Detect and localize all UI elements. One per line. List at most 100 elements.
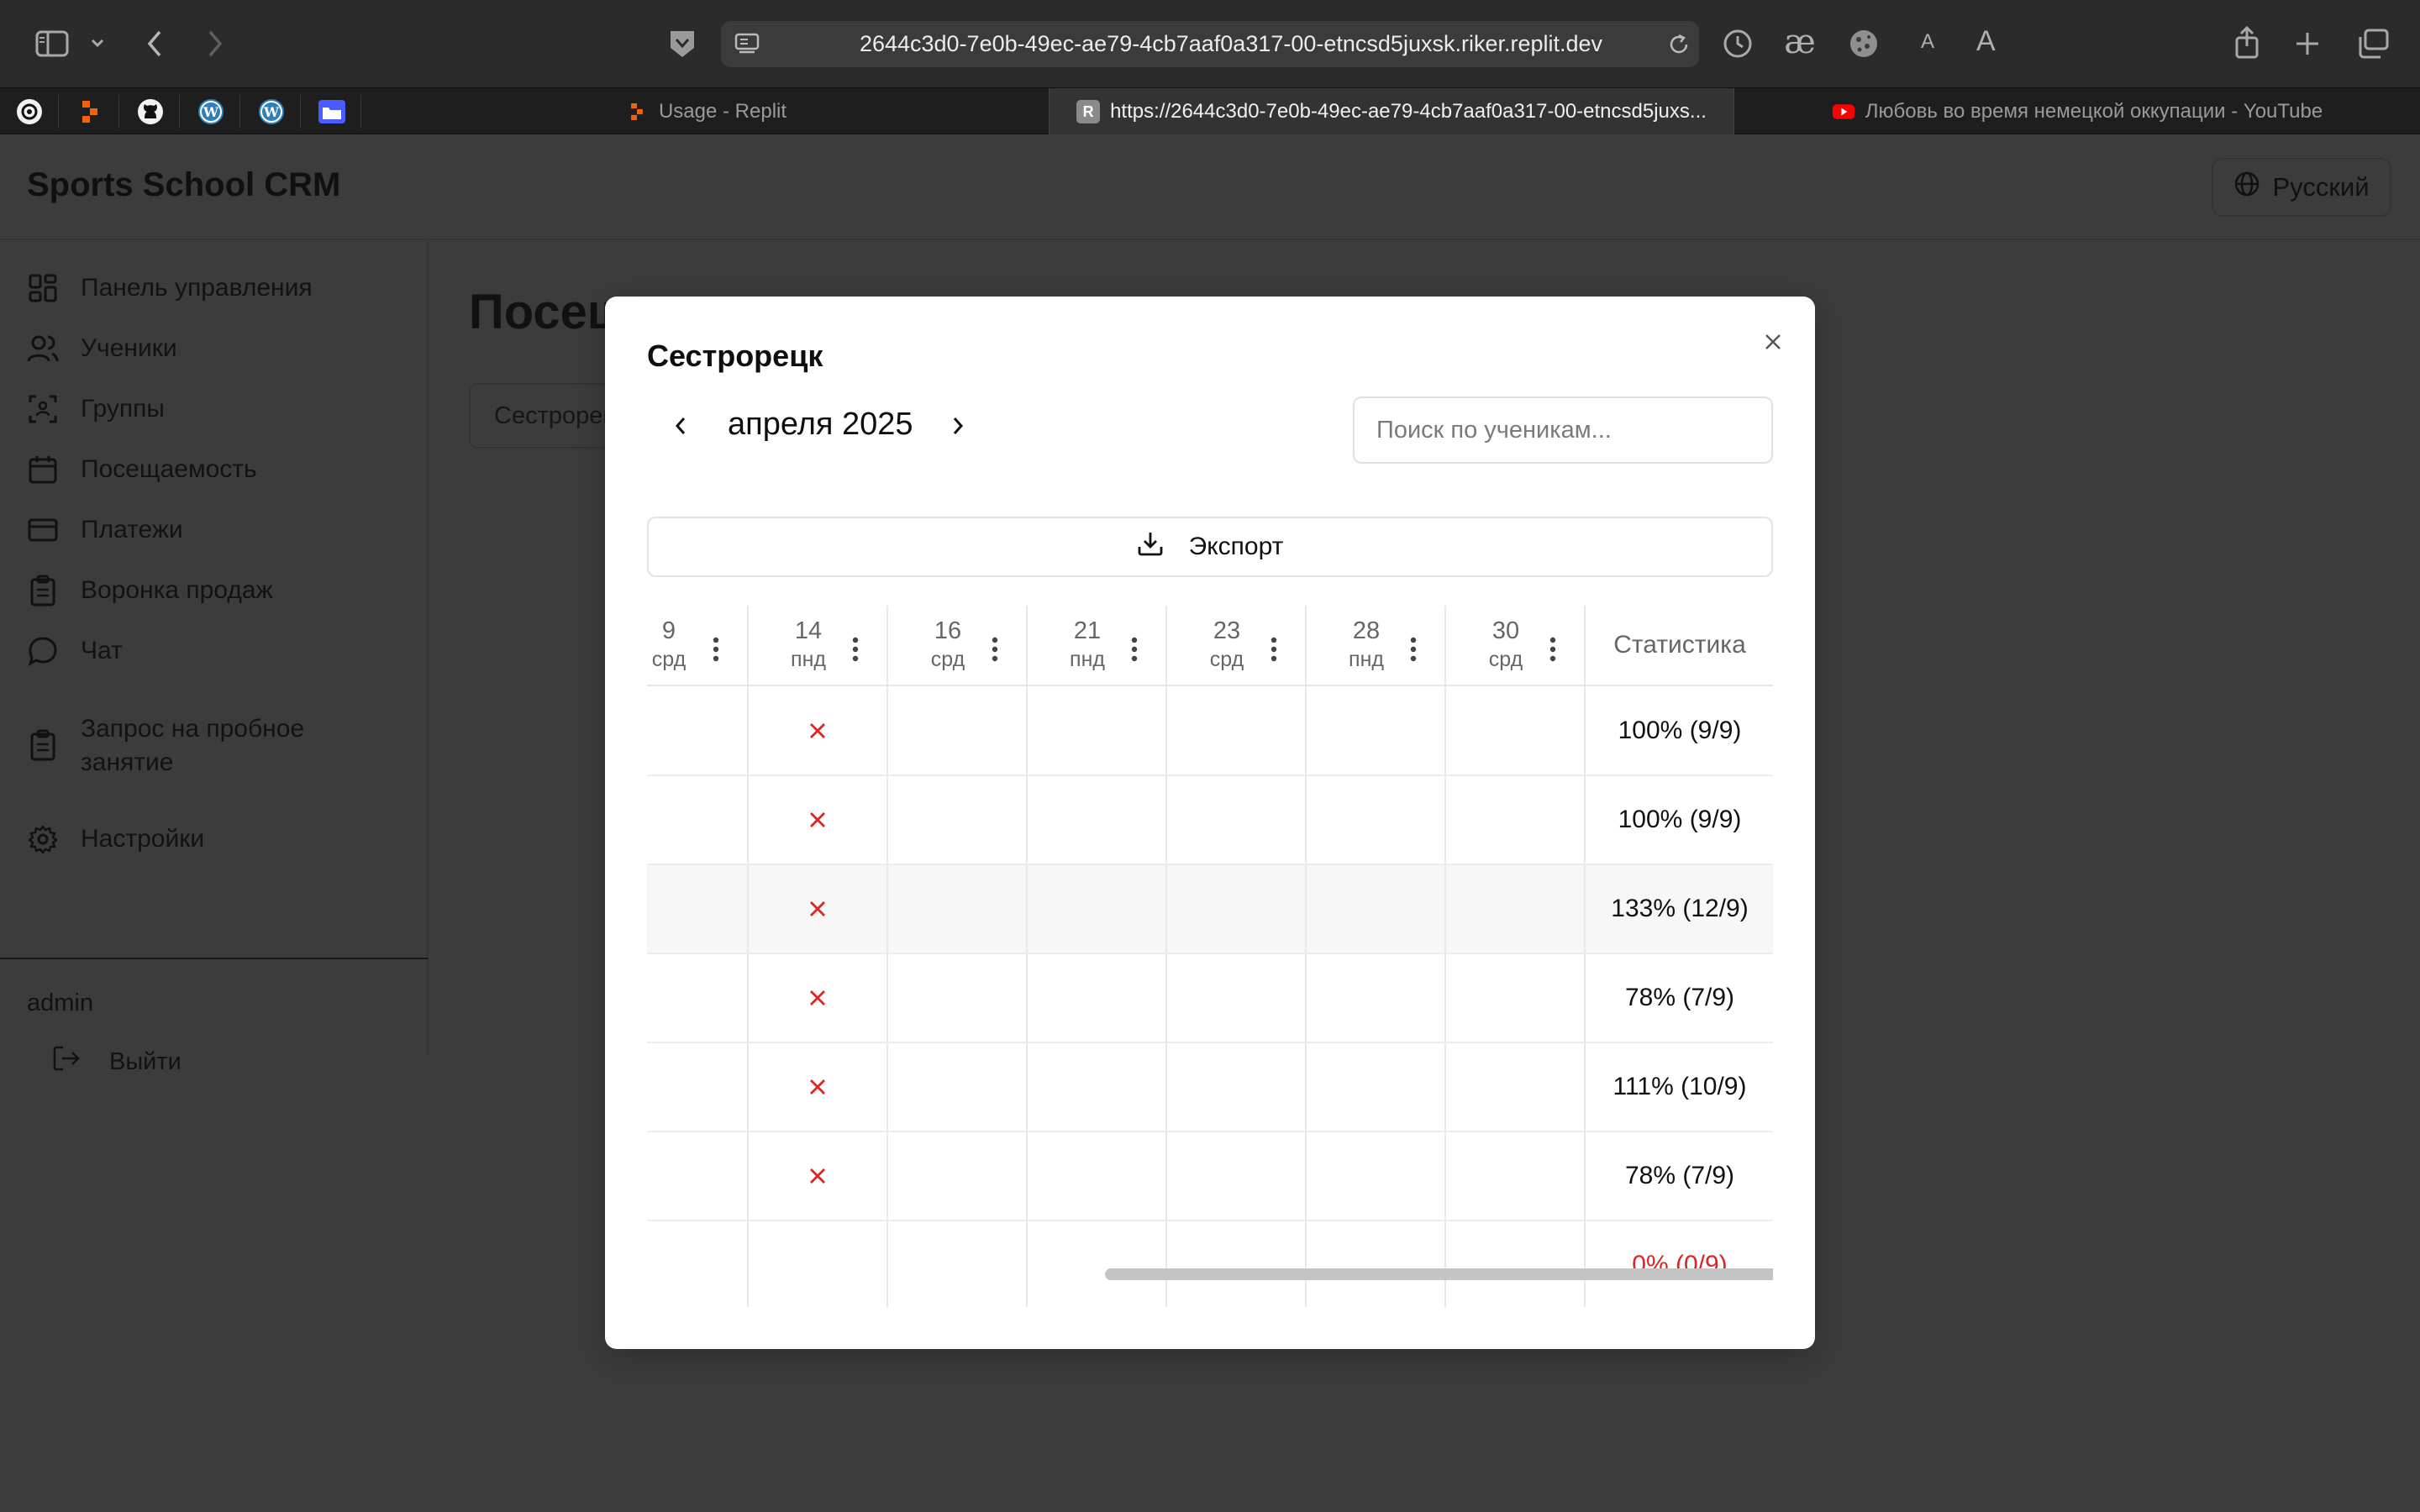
prev-month-button[interactable] bbox=[662, 407, 699, 444]
new-tab-icon[interactable] bbox=[2291, 25, 2324, 62]
date-column-header: 16 срд bbox=[887, 617, 1027, 676]
ae-extension-icon[interactable]: æ bbox=[1780, 23, 1820, 61]
date-number: 28 bbox=[1352, 617, 1381, 644]
chevron-down-icon[interactable] bbox=[87, 30, 108, 55]
next-month-button[interactable] bbox=[939, 407, 976, 444]
export-label: Экспорт bbox=[1188, 533, 1284, 560]
tab-usage-replit[interactable]: Usage - Replit bbox=[363, 88, 1049, 135]
sidebar-item-students[interactable]: Ученики bbox=[27, 333, 177, 365]
kebab-menu-icon[interactable] bbox=[1405, 634, 1422, 664]
cookie-icon[interactable] bbox=[1845, 25, 1882, 62]
export-button[interactable]: Экспорт bbox=[647, 517, 1773, 577]
attendance-stat: 78% (7/9) bbox=[1624, 984, 1735, 1011]
date-column-header: 30 срд bbox=[1445, 617, 1585, 676]
kebab-menu-icon[interactable] bbox=[847, 634, 864, 664]
address-bar[interactable]: 2644c3d0-7e0b-49ec-ae79-4cb7aaf0a317-00-… bbox=[721, 21, 1699, 67]
folder-favorite-icon[interactable] bbox=[302, 95, 361, 129]
github-favorite-icon[interactable] bbox=[121, 95, 180, 129]
sidebar-item-groups[interactable]: Группы bbox=[27, 393, 165, 425]
replit-icon bbox=[625, 100, 649, 123]
sidebar-item-settings[interactable]: Настройки bbox=[27, 823, 204, 855]
student-search-input[interactable] bbox=[1353, 396, 1773, 464]
group-scan-icon bbox=[27, 393, 59, 425]
share-icon[interactable] bbox=[2230, 24, 2264, 62]
date-weekday: пнд bbox=[1070, 648, 1105, 671]
date-number: 14 bbox=[794, 617, 823, 644]
reload-icon[interactable] bbox=[1665, 31, 1692, 58]
sidebar-item-label: Воронка продаж bbox=[81, 576, 273, 604]
absent-mark-icon[interactable] bbox=[801, 1070, 834, 1104]
brand-title: Sports School CRM bbox=[27, 166, 341, 203]
sidebar-item-attendance[interactable]: Посещаемость bbox=[27, 454, 257, 486]
wordpress-favorite-icon[interactable]: W bbox=[242, 95, 301, 129]
extension-shield-icon[interactable] bbox=[666, 21, 699, 66]
sidebar-item-chat[interactable]: Чат bbox=[27, 635, 123, 667]
replit-favorite-icon[interactable] bbox=[60, 95, 119, 129]
date-number: 30 bbox=[1491, 617, 1520, 644]
forward-icon[interactable] bbox=[198, 25, 232, 62]
font-increase-button[interactable]: A bbox=[1976, 25, 1996, 58]
absent-mark-icon[interactable] bbox=[801, 892, 834, 926]
sidebar-item-payments[interactable]: Платежи bbox=[27, 514, 183, 546]
sidebar-item-dashboard[interactable]: Панель управления bbox=[27, 272, 313, 304]
tab-title: Любовь во время немецкой оккупации - You… bbox=[1865, 100, 2323, 123]
absent-mark-icon[interactable] bbox=[801, 803, 834, 837]
kebab-menu-icon[interactable] bbox=[708, 634, 724, 664]
sidebar-item-label: Запрос на пробное занятие bbox=[81, 715, 305, 776]
row-divider bbox=[647, 1131, 1773, 1132]
clipboard-icon bbox=[27, 729, 59, 761]
url-text: 2644c3d0-7e0b-49ec-ae79-4cb7aaf0a317-00-… bbox=[859, 31, 1603, 56]
download-icon bbox=[1137, 530, 1164, 564]
sidebar-item-label: Ученики bbox=[81, 334, 177, 362]
attendance-table: Статистика 9 срд 14 пнд 16 срд 21 пнд 23 срд 28 пнд… bbox=[647, 606, 1773, 1307]
column-divider bbox=[747, 606, 749, 1307]
language-switcher[interactable]: Русский bbox=[2212, 158, 2391, 217]
kebab-menu-icon[interactable] bbox=[1544, 634, 1561, 664]
logout-button[interactable]: Выйти bbox=[52, 1045, 182, 1079]
kebab-menu-icon[interactable] bbox=[1126, 634, 1143, 664]
attendance-stat: 78% (7/9) bbox=[1624, 1162, 1735, 1189]
dialog-title: Сестрорецк bbox=[647, 339, 823, 373]
logout-label: Выйти bbox=[109, 1047, 182, 1075]
sidebar-item-label: Панель управления bbox=[81, 274, 313, 302]
wordpress-favorite-icon[interactable]: W bbox=[182, 95, 240, 129]
svg-text:W: W bbox=[263, 104, 280, 120]
tab-title: https://2644c3d0-7e0b-49ec-ae79-4cb7aaf0… bbox=[1110, 100, 1707, 123]
kebab-menu-icon[interactable] bbox=[986, 634, 1003, 664]
close-icon[interactable] bbox=[1756, 325, 1790, 359]
youtube-icon bbox=[1832, 100, 1855, 123]
history-icon[interactable] bbox=[1719, 25, 1756, 62]
sidebar-item-label: Группы bbox=[81, 395, 165, 423]
sidebar-item-trial-request[interactable]: Запрос на пробное занятие bbox=[27, 712, 363, 780]
absent-mark-icon[interactable] bbox=[801, 981, 834, 1015]
date-column-header: 21 пнд bbox=[1027, 617, 1166, 676]
tab-title: Usage - Replit bbox=[658, 100, 787, 123]
sidebar: Панель управления Ученики Группы Посещае… bbox=[0, 240, 429, 1075]
openai-favorite-icon[interactable] bbox=[0, 95, 59, 129]
globe-icon bbox=[2233, 171, 2260, 204]
current-user: admin bbox=[27, 990, 93, 1016]
row-divider bbox=[647, 953, 1773, 954]
attendance-stat: 100% (9/9) bbox=[1618, 806, 1742, 833]
date-number: 16 bbox=[934, 617, 962, 644]
date-column-header: 28 пнд bbox=[1306, 617, 1445, 676]
row-divider bbox=[647, 774, 1773, 776]
page-menu-icon[interactable] bbox=[733, 31, 761, 56]
kebab-menu-icon[interactable] bbox=[1265, 634, 1282, 664]
date-weekday: пнд bbox=[1349, 648, 1384, 671]
header-divider bbox=[647, 685, 1773, 686]
tab-youtube[interactable]: Любовь во время немецкой оккупации - You… bbox=[1734, 88, 2420, 135]
date-column-header: 9 срд bbox=[647, 617, 748, 676]
stats-column-header: Статистика bbox=[1613, 631, 1746, 659]
horizontal-scrollbar[interactable] bbox=[1105, 1268, 1773, 1280]
row-divider bbox=[647, 864, 1773, 865]
sidebar-item-sales-funnel[interactable]: Воронка продаж bbox=[27, 575, 273, 606]
font-decrease-button[interactable]: A bbox=[1921, 30, 1934, 54]
back-icon[interactable] bbox=[138, 25, 171, 62]
tab-current-app[interactable]: R https://2644c3d0-7e0b-49ec-ae79-4cb7aa… bbox=[1049, 88, 1734, 135]
absent-mark-icon[interactable] bbox=[801, 1159, 834, 1193]
date-weekday: срд bbox=[1488, 648, 1523, 671]
absent-mark-icon[interactable] bbox=[801, 714, 834, 748]
sidebar-toggle-icon[interactable] bbox=[34, 25, 71, 62]
tab-overview-icon[interactable] bbox=[2354, 25, 2391, 62]
